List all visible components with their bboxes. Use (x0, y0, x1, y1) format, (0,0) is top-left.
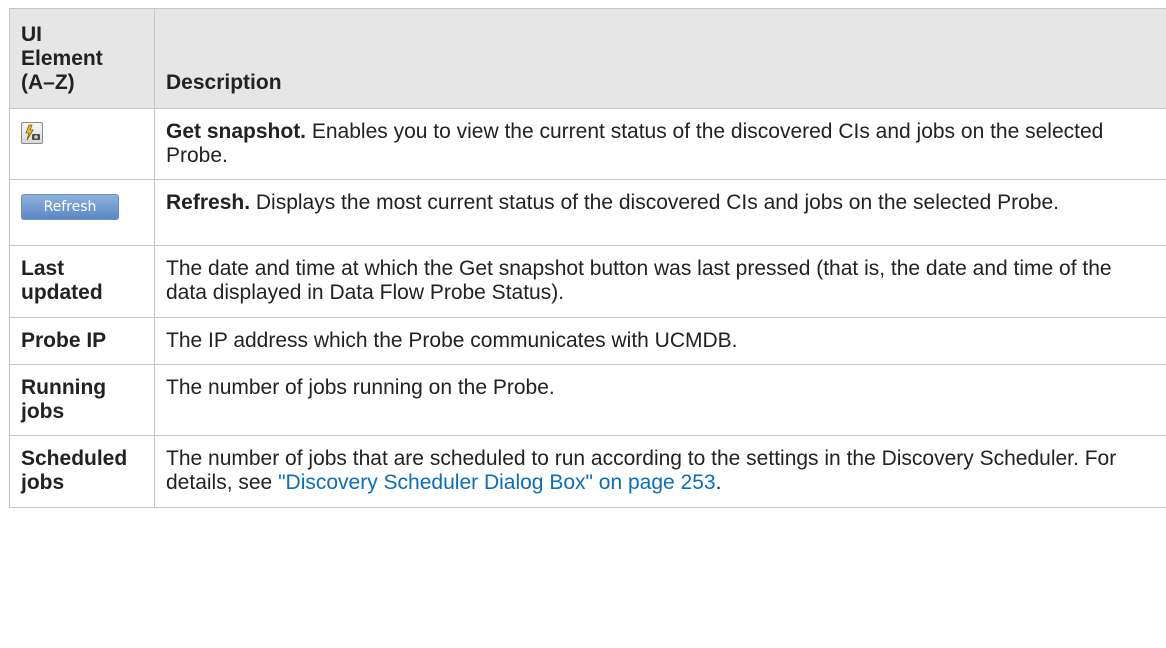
table-row: Get snapshot. Enables you to view the cu… (9, 108, 1166, 180)
description-cell: The IP address which the Probe communica… (154, 317, 1166, 365)
table-row: Probe IP The IP address which the Probe … (9, 317, 1166, 365)
element-name: Probe IP (9, 317, 155, 365)
element-name: Scheduled jobs (9, 435, 155, 508)
description-cell: Refresh. Displays the most current statu… (154, 179, 1166, 246)
element-cell: Refresh (9, 179, 155, 246)
description-cell: The number of jobs running on the Probe. (154, 364, 1166, 436)
table-row: Last updated The date and time at which t… (9, 245, 1166, 318)
get-snapshot-icon[interactable] (21, 122, 43, 144)
table-row: Scheduled jobs The number of jobs that ar… (9, 435, 1166, 508)
ui-elements-table: UI Element (A–Z) Description Get snapsho… (9, 8, 1166, 508)
header-ui-element: UI Element (A–Z) (9, 8, 155, 109)
table-row: Refresh Refresh. Displays the most curre… (9, 179, 1166, 246)
element-name: Running jobs (9, 364, 155, 436)
description-cell: Get snapshot. Enables you to view the cu… (154, 108, 1166, 180)
element-cell (9, 108, 155, 180)
refresh-button[interactable]: Refresh (21, 194, 119, 220)
description-cell: The number of jobs that are scheduled to… (154, 435, 1166, 508)
table-row: Running jobs The number of jobs running o… (9, 364, 1166, 436)
discovery-scheduler-link[interactable]: "Discovery Scheduler Dialog Box" on page… (278, 471, 716, 494)
element-name: Last updated (9, 245, 155, 318)
table-header-row: UI Element (A–Z) Description (9, 8, 1166, 109)
description-cell: The date and time at which the Get snaps… (154, 245, 1166, 318)
header-description: Description (154, 8, 1166, 109)
